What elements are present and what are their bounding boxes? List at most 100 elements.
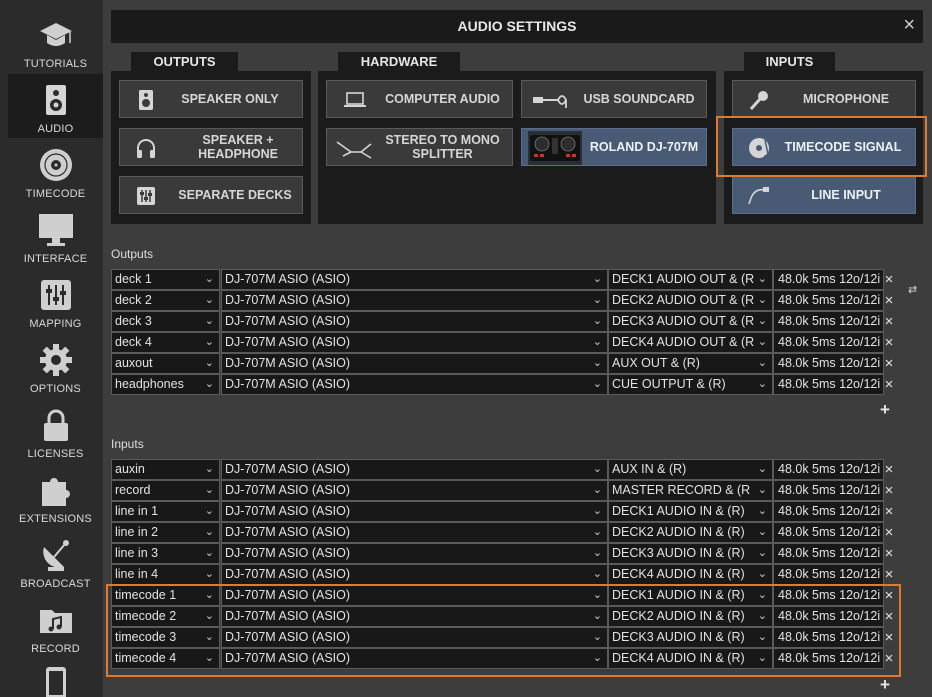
channel-name-select[interactable]: line in 4 ⌄: [111, 564, 220, 585]
sidebar-item-licenses[interactable]: LICENSES: [8, 399, 103, 463]
route-select[interactable]: CUE OUTPUT & (R) ⌄: [608, 374, 773, 395]
remove-row-button[interactable]: ×: [883, 332, 895, 353]
remove-row-button[interactable]: ×: [883, 290, 895, 311]
remove-row-button[interactable]: ×: [883, 648, 895, 669]
channel-name-select[interactable]: deck 1 ⌄: [111, 269, 220, 290]
device-select[interactable]: DJ-707M ASIO (ASIO) ⌄: [221, 585, 608, 606]
close-button[interactable]: ×: [903, 10, 915, 41]
channel-name-select[interactable]: headphones ⌄: [111, 374, 220, 395]
channel-name-select-value: line in 4: [115, 567, 159, 581]
channel-name-select[interactable]: auxin ⌄: [111, 459, 220, 480]
microphone-button[interactable]: MICROPHONE: [732, 80, 916, 118]
route-select[interactable]: AUX IN & (R) ⌄: [608, 459, 773, 480]
remove-row-button[interactable]: ×: [883, 501, 895, 522]
route-select[interactable]: AUX OUT & (R) ⌄: [608, 353, 773, 374]
device-select-value: DJ-707M ASIO (ASIO): [225, 356, 351, 370]
remove-row-button[interactable]: ×: [883, 353, 895, 374]
format-info: 48.0k 5ms 12o/12i: [773, 585, 884, 606]
device-select[interactable]: DJ-707M ASIO (ASIO) ⌄: [221, 606, 608, 627]
channel-name-select[interactable]: record ⌄: [111, 480, 220, 501]
sidebar-item-remote[interactable]: [8, 659, 103, 697]
device-select[interactable]: DJ-707M ASIO (ASIO) ⌄: [221, 564, 608, 585]
add-input-button[interactable]: +: [880, 675, 890, 695]
route-select[interactable]: DECK1 AUDIO OUT & (R ⌄: [608, 269, 773, 290]
device-select[interactable]: DJ-707M ASIO (ASIO) ⌄: [221, 648, 608, 669]
route-select[interactable]: DECK3 AUDIO IN & (R) ⌄: [608, 543, 773, 564]
sidebar-item-broadcast[interactable]: BROADCAST: [8, 529, 103, 593]
channel-name-select[interactable]: timecode 2 ⌄: [111, 606, 220, 627]
stereo-to-mono-splitter-button[interactable]: STEREO TO MONO SPLITTER: [326, 128, 513, 166]
sidebar-item-options[interactable]: OPTIONS: [8, 334, 103, 398]
line-input-button[interactable]: LINE INPUT: [732, 176, 916, 214]
device-select[interactable]: DJ-707M ASIO (ASIO) ⌄: [221, 311, 608, 332]
swap-icon[interactable]: ⇄: [908, 283, 917, 296]
timecode-signal-button[interactable]: TIMECODE SIGNAL: [732, 128, 916, 166]
sidebar-item-record[interactable]: RECORD: [8, 594, 103, 658]
device-select[interactable]: DJ-707M ASIO (ASIO) ⌄: [221, 459, 608, 480]
button-label: SPEAKER ONLY: [181, 92, 279, 106]
remove-row-button[interactable]: ×: [883, 480, 895, 501]
route-select[interactable]: DECK3 AUDIO OUT & (R ⌄: [608, 311, 773, 332]
route-select[interactable]: DECK2 AUDIO IN & (R) ⌄: [608, 522, 773, 543]
channel-name-select[interactable]: deck 3 ⌄: [111, 311, 220, 332]
route-select[interactable]: DECK2 AUDIO IN & (R) ⌄: [608, 606, 773, 627]
chevron-down-icon: ⌄: [757, 357, 767, 369]
device-select[interactable]: DJ-707M ASIO (ASIO) ⌄: [221, 522, 608, 543]
route-select[interactable]: DECK1 AUDIO IN & (R) ⌄: [608, 501, 773, 522]
speaker-headphone-button[interactable]: SPEAKER + HEADPHONE: [119, 128, 303, 166]
channel-name-select[interactable]: timecode 4 ⌄: [111, 648, 220, 669]
channel-name-select[interactable]: line in 3 ⌄: [111, 543, 220, 564]
route-select[interactable]: DECK1 AUDIO IN & (R) ⌄: [608, 585, 773, 606]
device-select[interactable]: DJ-707M ASIO (ASIO) ⌄: [221, 374, 608, 395]
device-select[interactable]: DJ-707M ASIO (ASIO) ⌄: [221, 480, 608, 501]
outputs-panel-tab: OUTPUTS: [131, 52, 238, 72]
device-select[interactable]: DJ-707M ASIO (ASIO) ⌄: [221, 269, 608, 290]
remove-row-button[interactable]: ×: [883, 374, 895, 395]
remove-row-button[interactable]: ×: [883, 311, 895, 332]
device-select[interactable]: DJ-707M ASIO (ASIO) ⌄: [221, 353, 608, 374]
remove-row-button[interactable]: ×: [883, 564, 895, 585]
format-info: 48.0k 5ms 12o/12i: [773, 480, 884, 501]
sidebar-item-tutorials[interactable]: TUTORIALS: [8, 9, 103, 73]
remove-row-button[interactable]: ×: [883, 627, 895, 648]
channel-name-select-value: timecode 1: [115, 588, 177, 602]
device-select[interactable]: DJ-707M ASIO (ASIO) ⌄: [221, 290, 608, 311]
remove-row-button[interactable]: ×: [883, 585, 895, 606]
computer-audio-button[interactable]: COMPUTER AUDIO: [326, 80, 513, 118]
sidebar-item-interface[interactable]: INTERFACE: [8, 204, 103, 268]
device-select[interactable]: DJ-707M ASIO (ASIO) ⌄: [221, 501, 608, 522]
channel-name-select[interactable]: deck 2 ⌄: [111, 290, 220, 311]
remove-row-button[interactable]: ×: [883, 522, 895, 543]
roland-dj-707m-button[interactable]: ROLAND DJ-707M: [521, 128, 707, 166]
usb-soundcard-button[interactable]: USB SOUNDCARD: [521, 80, 707, 118]
route-select[interactable]: MASTER RECORD & (R ⌄: [608, 480, 773, 501]
channel-name-select[interactable]: deck 4 ⌄: [111, 332, 220, 353]
channel-name-select[interactable]: auxout ⌄: [111, 353, 220, 374]
route-select[interactable]: DECK4 AUDIO IN & (R) ⌄: [608, 648, 773, 669]
remove-row-button[interactable]: ×: [883, 606, 895, 627]
sidebar-item-mapping[interactable]: MAPPING: [8, 269, 103, 333]
device-select[interactable]: DJ-707M ASIO (ASIO) ⌄: [221, 627, 608, 648]
sidebar-item-extensions[interactable]: EXTENSIONS: [8, 464, 103, 528]
remove-row-button[interactable]: ×: [883, 459, 895, 480]
route-select[interactable]: DECK4 AUDIO OUT & (R ⌄: [608, 332, 773, 353]
sidebar-item-audio[interactable]: AUDIO: [8, 74, 103, 138]
channel-name-select[interactable]: line in 2 ⌄: [111, 522, 220, 543]
speaker-icon: [46, 85, 66, 115]
remove-row-button[interactable]: ×: [883, 269, 895, 290]
sidebar-item-timecode[interactable]: TIMECODE: [8, 139, 103, 203]
add-output-button[interactable]: +: [880, 400, 890, 420]
channel-name-select[interactable]: timecode 3 ⌄: [111, 627, 220, 648]
chevron-down-icon: ⌄: [757, 631, 767, 643]
remove-row-button[interactable]: ×: [883, 543, 895, 564]
route-select[interactable]: DECK4 AUDIO IN & (R) ⌄: [608, 564, 773, 585]
route-select[interactable]: DECK2 AUDIO OUT & (R ⌄: [608, 290, 773, 311]
route-select[interactable]: DECK3 AUDIO IN & (R) ⌄: [608, 627, 773, 648]
device-select[interactable]: DJ-707M ASIO (ASIO) ⌄: [221, 332, 608, 353]
separate-decks-button[interactable]: SEPARATE DECKS: [119, 176, 303, 214]
device-select[interactable]: DJ-707M ASIO (ASIO) ⌄: [221, 543, 608, 564]
channel-name-select[interactable]: line in 1 ⌄: [111, 501, 220, 522]
speaker-only-button[interactable]: SPEAKER ONLY: [119, 80, 303, 118]
channel-name-select[interactable]: timecode 1 ⌄: [111, 585, 220, 606]
format-info: 48.0k 5ms 12o/12i: [773, 543, 884, 564]
